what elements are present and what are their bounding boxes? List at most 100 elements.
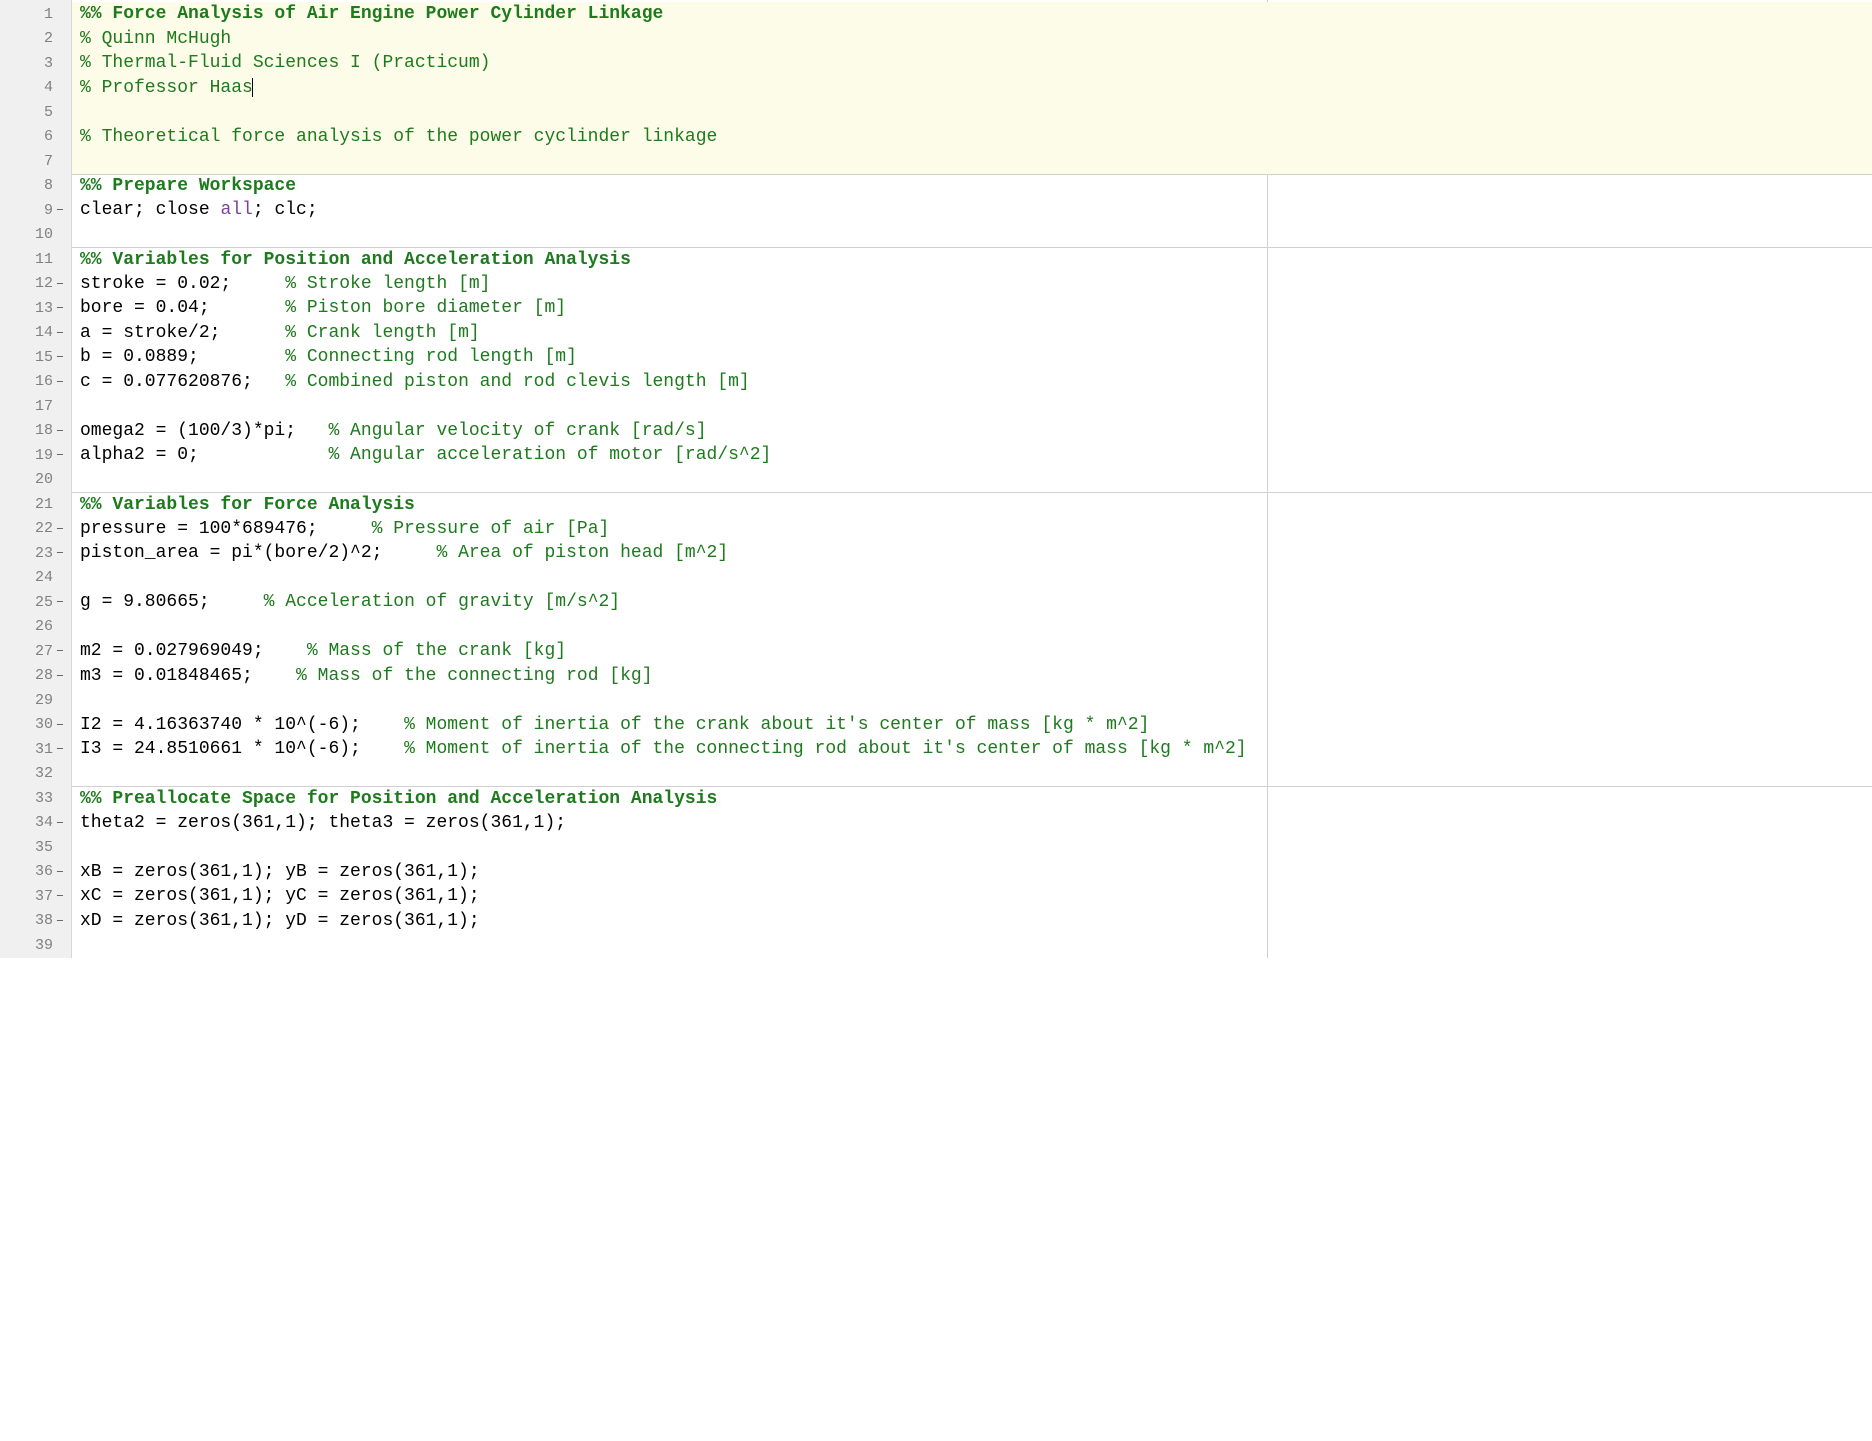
code-line[interactable] bbox=[72, 762, 1872, 787]
code-line[interactable]: m3 = 0.01848465; % Mass of the connectin… bbox=[72, 664, 1872, 689]
code-text: stroke = 0.02; bbox=[80, 274, 285, 294]
code-line[interactable] bbox=[72, 615, 1872, 640]
line-number: 8 bbox=[17, 177, 53, 194]
code-line[interactable]: %% Variables for Position and Accelerati… bbox=[72, 247, 1872, 272]
code-line[interactable]: I2 = 4.16363740 * 10^(-6); % Moment of i… bbox=[72, 713, 1872, 738]
comment-text: % Acceleration of gravity [m/s^2] bbox=[264, 592, 620, 612]
gutter-line[interactable]: 7 bbox=[0, 149, 71, 174]
code-line[interactable]: c = 0.077620876; % Combined piston and r… bbox=[72, 370, 1872, 395]
gutter-line[interactable]: 38– bbox=[0, 909, 71, 934]
gutter-line[interactable]: 3 bbox=[0, 51, 71, 76]
code-line[interactable]: xB = zeros(361,1); yB = zeros(361,1); bbox=[72, 860, 1872, 885]
gutter-line[interactable]: 33 bbox=[0, 786, 71, 811]
line-number: 20 bbox=[17, 471, 53, 488]
code-line[interactable] bbox=[72, 688, 1872, 713]
code-line[interactable]: I3 = 24.8510661 * 10^(-6); % Moment of i… bbox=[72, 737, 1872, 762]
gutter-line[interactable]: 26 bbox=[0, 615, 71, 640]
gutter-line[interactable]: 11 bbox=[0, 247, 71, 272]
gutter-line[interactable]: 2 bbox=[0, 27, 71, 52]
gutter-line[interactable]: 32 bbox=[0, 762, 71, 787]
executable-dash-icon: – bbox=[53, 864, 67, 880]
code-text: clear; close bbox=[80, 200, 220, 220]
code-line[interactable]: a = stroke/2; % Crank length [m] bbox=[72, 321, 1872, 346]
code-line[interactable]: theta2 = zeros(361,1); theta3 = zeros(36… bbox=[72, 811, 1872, 836]
code-line[interactable]: xC = zeros(361,1); yC = zeros(361,1); bbox=[72, 884, 1872, 909]
gutter-line[interactable]: 27– bbox=[0, 639, 71, 664]
executable-dash-icon: – bbox=[53, 815, 67, 831]
gutter-line[interactable]: 13– bbox=[0, 296, 71, 321]
line-number: 9 bbox=[17, 202, 53, 219]
gutter-line[interactable]: 22– bbox=[0, 517, 71, 542]
code-line[interactable]: %% Prepare Workspace bbox=[72, 174, 1872, 199]
line-number-gutter: 123456789–101112–13–14–15–16–1718–19–202… bbox=[0, 0, 72, 958]
gutter-line[interactable]: 5 bbox=[0, 100, 71, 125]
code-line[interactable] bbox=[72, 100, 1872, 125]
comment-text: % Thermal-Fluid Sciences I (Practicum) bbox=[80, 53, 490, 73]
code-text: pressure = 100*689476; bbox=[80, 519, 372, 539]
gutter-line[interactable]: 9– bbox=[0, 198, 71, 223]
code-line[interactable]: xD = zeros(361,1); yD = zeros(361,1); bbox=[72, 909, 1872, 934]
gutter-line[interactable]: 31– bbox=[0, 737, 71, 762]
gutter-line[interactable]: 12– bbox=[0, 272, 71, 297]
gutter-line[interactable]: 24 bbox=[0, 566, 71, 591]
gutter-line[interactable]: 10 bbox=[0, 223, 71, 248]
gutter-line[interactable]: 20 bbox=[0, 468, 71, 493]
code-line[interactable] bbox=[72, 933, 1872, 958]
gutter-line[interactable]: 19– bbox=[0, 443, 71, 468]
code-line[interactable]: b = 0.0889; % Connecting rod length [m] bbox=[72, 345, 1872, 370]
code-text: ; clc; bbox=[253, 200, 318, 220]
gutter-line[interactable]: 37– bbox=[0, 884, 71, 909]
code-line[interactable]: % Theoretical force analysis of the powe… bbox=[72, 125, 1872, 150]
gutter-line[interactable]: 4 bbox=[0, 76, 71, 101]
code-line[interactable]: pressure = 100*689476; % Pressure of air… bbox=[72, 517, 1872, 542]
gutter-line[interactable]: 15– bbox=[0, 345, 71, 370]
code-line[interactable] bbox=[72, 835, 1872, 860]
gutter-line[interactable]: 1 bbox=[0, 2, 71, 27]
gutter-line[interactable]: 39 bbox=[0, 933, 71, 958]
executable-dash-icon: – bbox=[53, 276, 67, 292]
gutter-line[interactable]: 28– bbox=[0, 664, 71, 689]
comment-text: % Pressure of air [Pa] bbox=[372, 519, 610, 539]
gutter-line[interactable]: 21 bbox=[0, 492, 71, 517]
code-line[interactable] bbox=[72, 394, 1872, 419]
code-line[interactable]: % Thermal-Fluid Sciences I (Practicum) bbox=[72, 51, 1872, 76]
executable-dash-icon: – bbox=[53, 668, 67, 684]
code-line[interactable]: alpha2 = 0; % Angular acceleration of mo… bbox=[72, 443, 1872, 468]
code-line[interactable]: %% Force Analysis of Air Engine Power Cy… bbox=[72, 2, 1872, 27]
gutter-line[interactable]: 16– bbox=[0, 370, 71, 395]
gutter-line[interactable]: 8 bbox=[0, 174, 71, 199]
executable-dash-icon: – bbox=[53, 374, 67, 390]
code-line[interactable]: g = 9.80665; % Acceleration of gravity [… bbox=[72, 590, 1872, 615]
gutter-line[interactable]: 25– bbox=[0, 590, 71, 615]
gutter-line[interactable]: 23– bbox=[0, 541, 71, 566]
line-number: 3 bbox=[17, 55, 53, 72]
code-line[interactable]: piston_area = pi*(bore/2)^2; % Area of p… bbox=[72, 541, 1872, 566]
gutter-line[interactable]: 35 bbox=[0, 835, 71, 860]
code-line[interactable] bbox=[72, 149, 1872, 174]
code-line[interactable]: %% Variables for Force Analysis bbox=[72, 492, 1872, 517]
code-line[interactable] bbox=[72, 223, 1872, 248]
code-line[interactable]: m2 = 0.027969049; % Mass of the crank [k… bbox=[72, 639, 1872, 664]
gutter-line[interactable]: 34– bbox=[0, 811, 71, 836]
code-line[interactable] bbox=[72, 566, 1872, 591]
code-line[interactable]: % Quinn McHugh bbox=[72, 27, 1872, 52]
code-editor[interactable]: %% Force Analysis of Air Engine Power Cy… bbox=[72, 0, 1872, 958]
gutter-line[interactable]: 29 bbox=[0, 688, 71, 713]
line-number: 28 bbox=[17, 667, 53, 684]
gutter-line[interactable]: 14– bbox=[0, 321, 71, 346]
comment-text: % Crank length [m] bbox=[285, 323, 479, 343]
code-line[interactable]: clear; close all; clc; bbox=[72, 198, 1872, 223]
code-line[interactable]: omega2 = (100/3)*pi; % Angular velocity … bbox=[72, 419, 1872, 444]
code-line[interactable] bbox=[72, 468, 1872, 493]
code-line[interactable]: %% Preallocate Space for Position and Ac… bbox=[72, 786, 1872, 811]
gutter-line[interactable]: 36– bbox=[0, 860, 71, 885]
executable-dash-icon: – bbox=[53, 594, 67, 610]
code-line[interactable]: % Professor Haas bbox=[72, 76, 1872, 101]
code-line[interactable]: bore = 0.04; % Piston bore diameter [m] bbox=[72, 296, 1872, 321]
gutter-line[interactable]: 18– bbox=[0, 419, 71, 444]
gutter-line[interactable]: 6 bbox=[0, 125, 71, 150]
line-number: 14 bbox=[17, 324, 53, 341]
gutter-line[interactable]: 30– bbox=[0, 713, 71, 738]
code-line[interactable]: stroke = 0.02; % Stroke length [m] bbox=[72, 272, 1872, 297]
gutter-line[interactable]: 17 bbox=[0, 394, 71, 419]
